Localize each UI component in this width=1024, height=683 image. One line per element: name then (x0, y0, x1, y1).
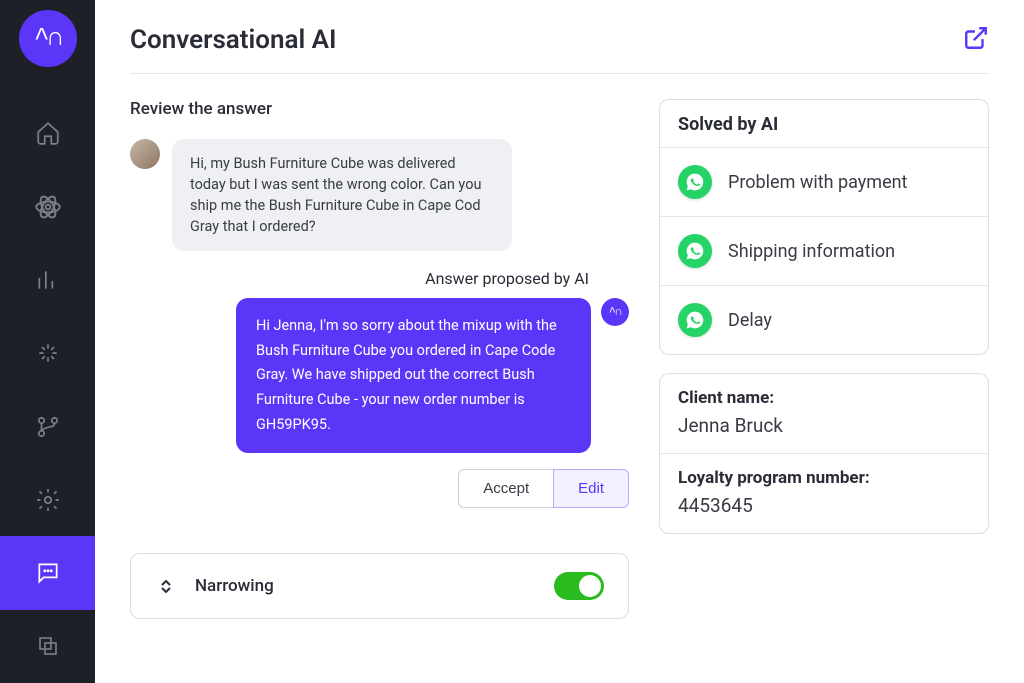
copy-icon (36, 634, 60, 658)
gear-icon (35, 487, 61, 513)
solved-title: Solved by AI (660, 100, 988, 147)
solved-panel: Solved by AI Problem with payment Shippi… (659, 99, 989, 355)
loyalty-label: Loyalty program number: (678, 468, 970, 488)
user-message-bubble: Hi, my Bush Furniture Cube was delivered… (172, 139, 512, 251)
page-title: Conversational AI (130, 25, 337, 55)
nav-duplicate[interactable] (0, 610, 95, 683)
ai-avatar: ^∩ (601, 298, 629, 326)
solved-item-delay[interactable]: Delay (660, 285, 988, 354)
solved-item-label: Shipping information (728, 241, 895, 262)
ai-answer-label: Answer proposed by AI (130, 269, 589, 288)
narrowing-label: Narrowing (195, 576, 274, 596)
whatsapp-icon (678, 165, 712, 199)
home-icon (35, 120, 61, 146)
nav-atom[interactable] (0, 170, 95, 243)
nav-stats[interactable] (0, 243, 95, 316)
narrowing-toggle[interactable] (554, 572, 604, 600)
narrowing-card: Narrowing (130, 553, 629, 619)
user-message-row: Hi, my Bush Furniture Cube was delivered… (130, 139, 629, 251)
header: Conversational AI (130, 25, 989, 74)
solved-item-payment[interactable]: Problem with payment (660, 147, 988, 216)
atom-icon (34, 193, 62, 221)
accept-button[interactable]: Accept (458, 469, 554, 508)
open-external-button[interactable] (963, 25, 989, 55)
solved-item-label: Delay (728, 310, 772, 331)
nav-activity[interactable] (0, 317, 95, 390)
main-content: Conversational AI Review the answer Hi, … (95, 0, 1024, 683)
right-panel: Solved by AI Problem with payment Shippi… (659, 99, 989, 619)
nav-settings[interactable] (0, 463, 95, 536)
collapse-icon[interactable] (159, 579, 173, 594)
solved-item-shipping[interactable]: Shipping information (660, 216, 988, 285)
nav-home[interactable] (0, 97, 95, 170)
chat-icon (35, 560, 61, 586)
bar-chart-icon (35, 267, 61, 293)
client-name-value: Jenna Bruck (678, 414, 970, 437)
nav-branch[interactable] (0, 390, 95, 463)
git-branch-icon (35, 414, 61, 440)
whatsapp-icon (678, 234, 712, 268)
nav-chat[interactable] (0, 536, 95, 609)
client-panel: Client name: Jenna Bruck Loyalty program… (659, 373, 989, 534)
review-title: Review the answer (130, 99, 629, 119)
sparkle-icon (35, 340, 61, 366)
user-avatar (130, 139, 160, 169)
ai-message-bubble: Hi Jenna, I'm so sorry about the mixup w… (236, 298, 591, 453)
solved-item-label: Problem with payment (728, 172, 907, 193)
client-name-label: Client name: (678, 388, 970, 408)
external-link-icon (963, 25, 989, 51)
loyalty-value: 4453645 (678, 494, 970, 517)
sidebar: ^∩ (0, 0, 95, 683)
logo: ^∩ (19, 10, 77, 67)
ai-message-row: Hi Jenna, I'm so sorry about the mixup w… (130, 298, 629, 453)
action-buttons: Accept Edit (130, 469, 629, 508)
whatsapp-icon (678, 303, 712, 337)
review-panel: Review the answer Hi, my Bush Furniture … (130, 99, 629, 619)
edit-button[interactable]: Edit (553, 469, 629, 508)
